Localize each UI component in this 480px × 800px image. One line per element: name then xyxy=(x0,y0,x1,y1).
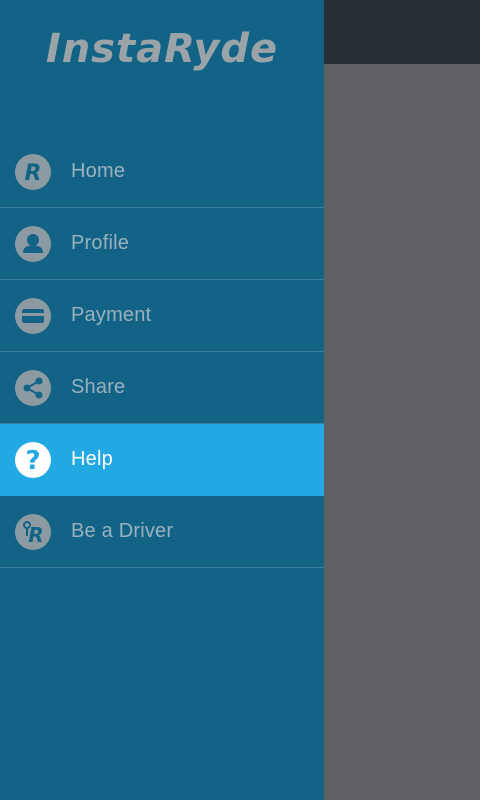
menu-item-label: Share xyxy=(71,376,126,398)
drawer-menu: R Home Profile Payment Share ? Help R Be… xyxy=(0,136,324,568)
menu-item-payment[interactable]: Payment xyxy=(0,280,324,352)
menu-item-share[interactable]: Share xyxy=(0,352,324,424)
menu-item-label: Help xyxy=(71,448,113,470)
help-icon: ? xyxy=(15,441,51,478)
app-logo: InstaRyde xyxy=(0,18,324,80)
driver-key-icon: R xyxy=(15,513,51,550)
app-logo-text: InstaRyde xyxy=(46,26,278,72)
menu-item-label: Profile xyxy=(71,232,130,254)
share-icon xyxy=(15,369,51,406)
credit-card-icon xyxy=(15,297,51,334)
menu-item-label: Payment xyxy=(71,304,152,326)
menu-item-label: Be a Driver xyxy=(71,520,174,542)
svg-text:R: R xyxy=(28,523,43,547)
navigation-drawer: InstaRyde R Home Profile Payment Share ?… xyxy=(0,0,324,800)
person-icon xyxy=(15,225,51,262)
svg-text:?: ? xyxy=(25,446,40,476)
menu-item-be-a-driver[interactable]: R Be a Driver xyxy=(0,496,324,568)
instaryde-r-icon: R xyxy=(15,153,51,190)
menu-item-help[interactable]: ? Help xyxy=(0,424,324,496)
menu-item-home[interactable]: R Home xyxy=(0,136,324,208)
svg-text:R: R xyxy=(25,161,42,186)
menu-item-label: Home xyxy=(71,160,126,182)
menu-item-profile[interactable]: Profile xyxy=(0,208,324,280)
